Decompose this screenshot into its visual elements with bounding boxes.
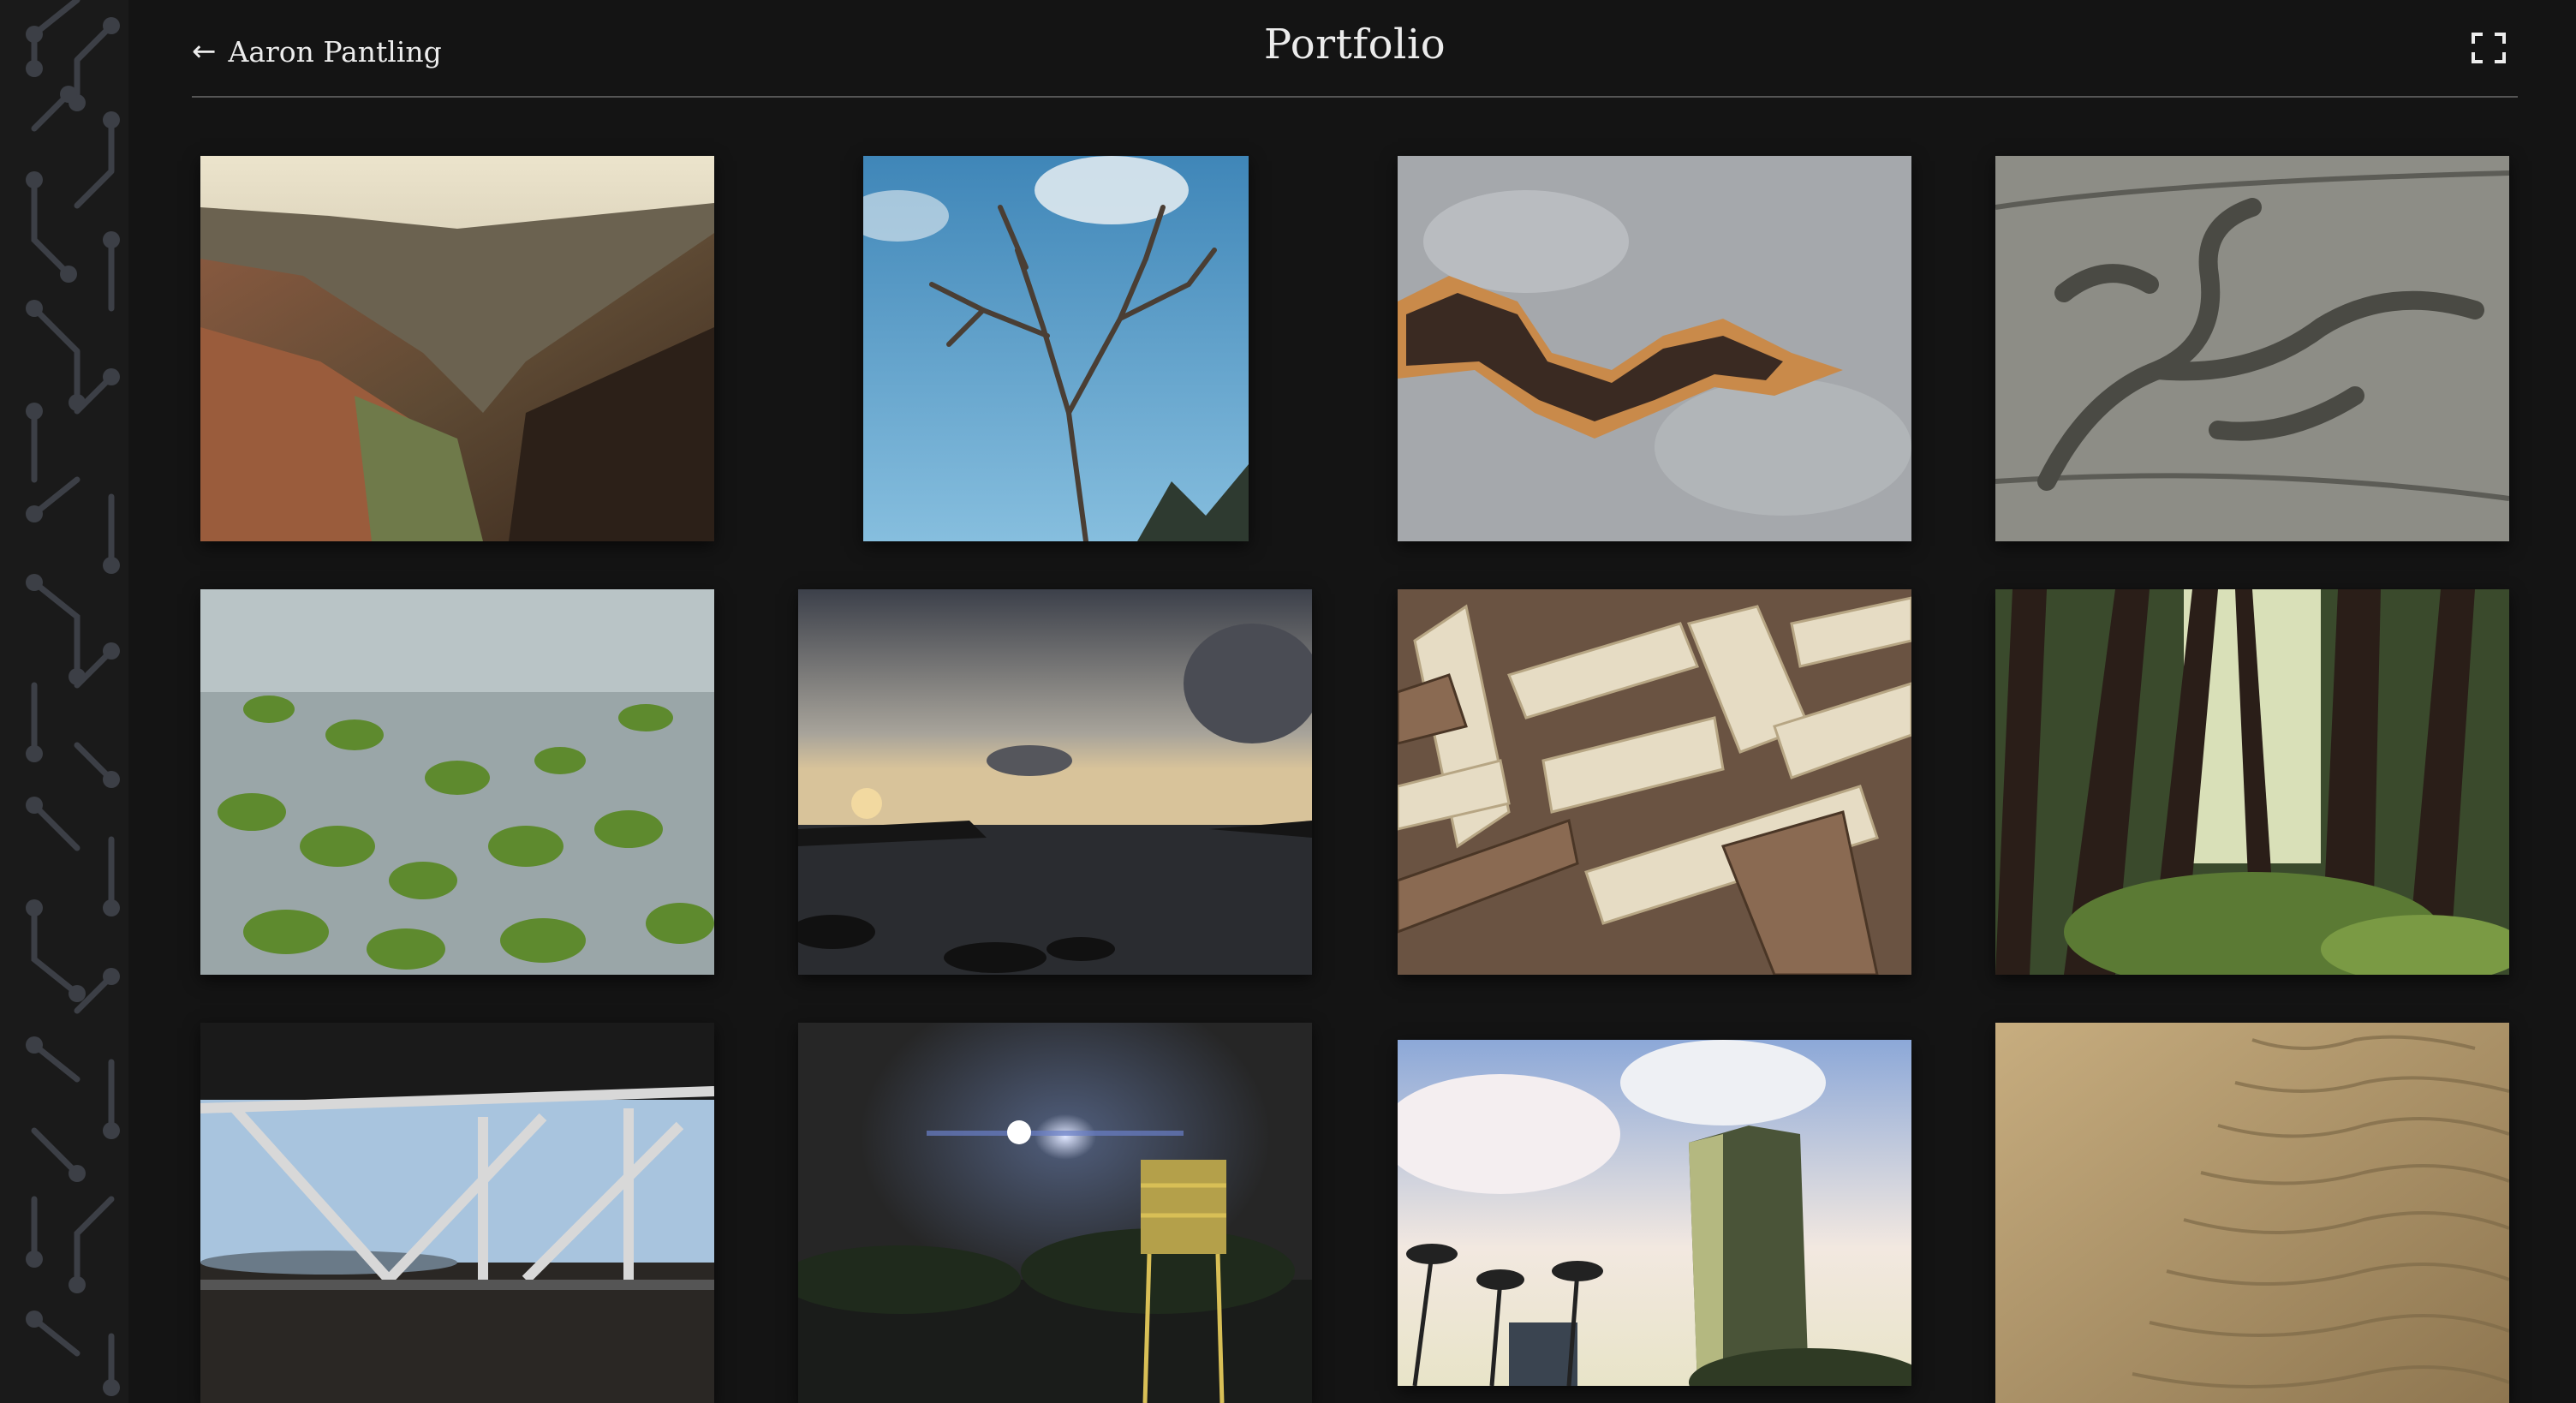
building-photo-icon	[1398, 1040, 1911, 1386]
photo-tile-forest[interactable]	[1995, 589, 2509, 975]
photo-tile-ocean[interactable]	[798, 589, 1312, 975]
header: ← Aaron Pantling Portfolio	[192, 0, 2518, 98]
photo-gallery	[200, 156, 2513, 1403]
photo-tile-wood[interactable]	[1995, 156, 2509, 541]
sand-photo-icon	[1995, 1023, 2509, 1403]
fullscreen-icon	[2472, 33, 2506, 63]
photo-tile-rust[interactable]	[1398, 156, 1911, 541]
rust-photo-icon	[1398, 156, 1911, 541]
photo-tile-tower[interactable]	[798, 1023, 1312, 1403]
tree-photo-icon	[863, 156, 1249, 541]
photo-tile-tree[interactable]	[863, 156, 1249, 541]
tower-photo-icon	[798, 1023, 1312, 1403]
canyon-photo-icon	[200, 156, 714, 541]
circuit-pattern-icon	[26, 0, 120, 1396]
photo-tile-building[interactable]	[1398, 1040, 1911, 1386]
photo-tile-lattice[interactable]	[1398, 589, 1911, 975]
photo-tile-bridge[interactable]	[200, 1023, 714, 1403]
portfolio-page: ← Aaron Pantling Portfolio	[0, 0, 2576, 1403]
lattice-photo-icon	[1398, 589, 1911, 975]
photo-tile-canyon[interactable]	[200, 156, 714, 541]
ocean-photo-icon	[798, 589, 1312, 975]
bridge-photo-icon	[200, 1023, 714, 1403]
photo-tile-moss[interactable]	[200, 589, 714, 975]
fullscreen-button[interactable]	[2470, 31, 2507, 65]
wood-photo-icon	[1995, 156, 2509, 541]
page-title: Portfolio	[1263, 21, 1446, 69]
moss-photo-icon	[200, 589, 714, 975]
photo-tile-sand[interactable]	[1995, 1023, 2509, 1403]
decorative-sidebar	[0, 0, 128, 1403]
forest-photo-icon	[1995, 589, 2509, 975]
